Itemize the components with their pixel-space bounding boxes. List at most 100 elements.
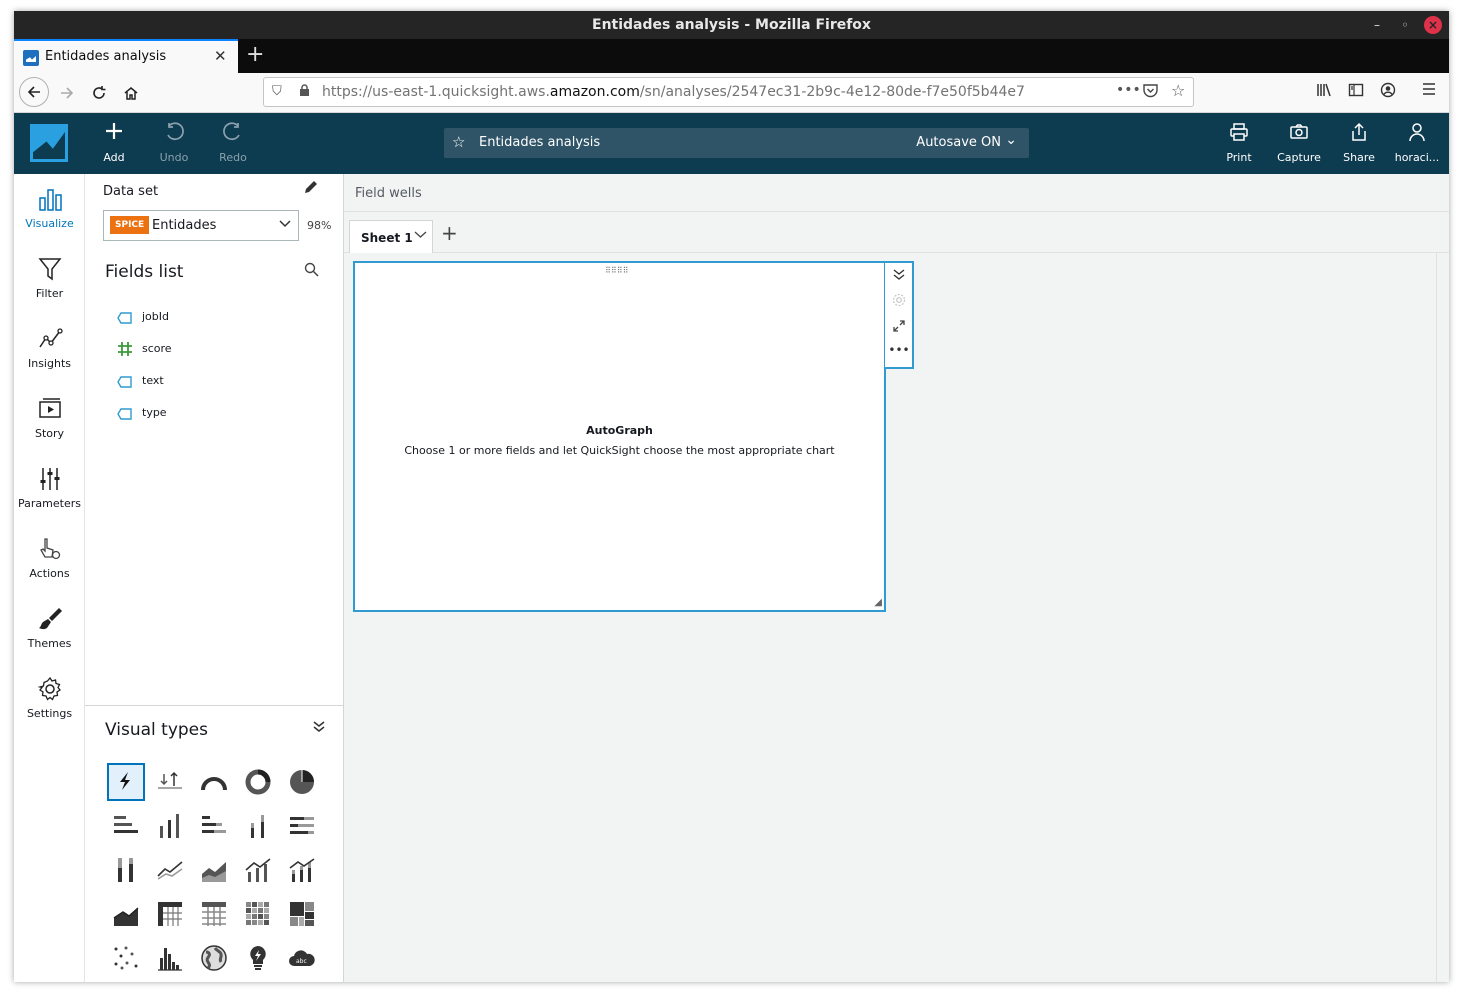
pie-chart-icon[interactable]: [283, 763, 321, 801]
add-sheet-button[interactable]: +: [441, 221, 458, 245]
library-icon[interactable]: [1316, 82, 1332, 102]
combo-bar-line-icon[interactable]: [239, 851, 277, 889]
bookmark-star-icon[interactable]: ☆: [1171, 81, 1185, 100]
shield-icon[interactable]: ⛉: [272, 84, 282, 99]
forward-button[interactable]: [53, 79, 81, 107]
nav-insights[interactable]: Insights: [14, 326, 85, 370]
sheet-tab[interactable]: Sheet 1: [349, 220, 433, 253]
url-text[interactable]: https://us-east-1.quicksight.aws.amazon.…: [322, 84, 1025, 100]
field-item-text[interactable]: text: [117, 370, 317, 394]
search-fields-icon[interactable]: [304, 262, 319, 281]
combo-stacked-bar-line-icon[interactable]: [283, 851, 321, 889]
nav-story[interactable]: Story: [14, 396, 85, 440]
nav-visualize[interactable]: Visualize: [14, 186, 85, 230]
expand-visual-icon[interactable]: [885, 319, 913, 336]
analysis-canvas: ⠿⠿⠿⠿ AutoGraph Choose 1 or more fields a…: [344, 253, 1449, 982]
vertical-100-stacked-bar-icon[interactable]: [107, 851, 145, 889]
capture-button[interactable]: Capture: [1269, 122, 1329, 164]
horizontal-100-stacked-bar-icon[interactable]: [283, 807, 321, 845]
nav-actions[interactable]: Actions: [14, 536, 85, 580]
undo-label: Undo: [159, 151, 189, 164]
chevron-down-icon[interactable]: ⌄: [1005, 132, 1017, 148]
resize-handle-icon[interactable]: ◢: [874, 597, 882, 608]
chevron-down-icon[interactable]: [414, 228, 427, 245]
redo-button[interactable]: Redo: [203, 122, 263, 164]
page-actions-icon[interactable]: •••: [1116, 82, 1141, 98]
close-window-icon[interactable]: ×: [1424, 16, 1442, 34]
browser-tab[interactable]: Entidades analysis ✕: [14, 39, 238, 73]
favorite-star-icon[interactable]: ☆: [452, 133, 465, 151]
insight-bulb-icon[interactable]: [239, 939, 277, 977]
back-button[interactable]: [19, 77, 49, 107]
field-wells-bar[interactable]: Field wells: [344, 174, 1449, 212]
print-button[interactable]: Print: [1209, 122, 1269, 164]
new-tab-button[interactable]: +: [246, 42, 264, 67]
horizontal-bar-chart-icon[interactable]: [107, 807, 145, 845]
reload-icon: [93, 86, 106, 99]
field-item-score[interactable]: score: [117, 338, 317, 362]
user-label: horaci...: [1394, 151, 1440, 164]
dataset-select[interactable]: SPICE Entidades: [103, 210, 299, 241]
autosave-toggle[interactable]: Autosave ON: [916, 135, 1001, 150]
visual-types-title: Visual types: [105, 720, 208, 740]
tree-map-icon[interactable]: [283, 895, 321, 933]
minimize-icon[interactable]: –: [1368, 16, 1386, 34]
autograph-icon[interactable]: [107, 763, 145, 801]
more-options-icon[interactable]: •••: [885, 343, 913, 357]
table-icon[interactable]: [195, 895, 233, 933]
url-bar[interactable]: ⛉ https://us-east-1.quicksight.aws.amazo…: [263, 77, 1194, 107]
drag-handle-icon[interactable]: ⠿⠿⠿⠿: [605, 266, 628, 275]
restore-icon[interactable]: ◦: [1396, 16, 1414, 34]
close-tab-icon[interactable]: ✕: [214, 47, 227, 65]
field-wells-label[interactable]: Field wells: [355, 186, 422, 201]
edit-dataset-pencil-icon[interactable]: [303, 180, 318, 199]
dataset-name: Entidades: [152, 218, 217, 233]
vertical-scrollbar[interactable]: [1436, 253, 1449, 982]
kpi-icon[interactable]: [151, 763, 189, 801]
donut-chart-icon[interactable]: [239, 763, 277, 801]
spice-badge: SPICE: [110, 216, 150, 234]
analysis-name[interactable]: Entidades analysis: [479, 135, 600, 150]
area-line-chart-icon[interactable]: [195, 851, 233, 889]
field-item-jobid[interactable]: jobId: [117, 306, 317, 330]
area-chart-icon[interactable]: [107, 895, 145, 933]
hamburger-menu-icon[interactable]: [1422, 82, 1436, 100]
home-button[interactable]: [117, 79, 145, 107]
pocket-icon[interactable]: [1143, 84, 1158, 102]
collapse-visual-icon[interactable]: [885, 267, 913, 284]
collapse-chevron-icon[interactable]: [312, 719, 326, 737]
nav-parameters[interactable]: Parameters: [14, 466, 85, 510]
vertical-stacked-bar-icon[interactable]: [239, 807, 277, 845]
analysis-title-bar[interactable]: ☆ Entidades analysis Autosave ON ⌄: [444, 128, 1029, 158]
tab-strip: Entidades analysis ✕ +: [14, 39, 1449, 73]
pivot-table-icon[interactable]: [151, 895, 189, 933]
user-menu-button[interactable]: horaci...: [1387, 122, 1447, 164]
share-button[interactable]: Share: [1329, 122, 1389, 164]
nav-actions-label: Actions: [29, 567, 70, 580]
nav-themes[interactable]: Themes: [14, 606, 85, 650]
vertical-bar-chart-icon[interactable]: [151, 807, 189, 845]
nav-filter[interactable]: Filter: [14, 256, 85, 300]
horizontal-stacked-bar-icon[interactable]: [195, 807, 233, 845]
scatter-plot-icon[interactable]: [107, 939, 145, 977]
undo-button[interactable]: Undo: [144, 122, 204, 164]
quicksight-logo-icon[interactable]: [30, 124, 68, 162]
autograph-visual[interactable]: ⠿⠿⠿⠿ AutoGraph Choose 1 or more fields a…: [353, 261, 886, 612]
account-icon[interactable]: [1380, 82, 1396, 102]
lock-icon[interactable]: [299, 84, 310, 101]
nav-settings[interactable]: Settings: [14, 676, 85, 720]
undo-icon: [144, 122, 204, 146]
histogram-icon[interactable]: [151, 939, 189, 977]
printer-icon: [1209, 122, 1269, 146]
arrow-left-icon: [27, 86, 40, 98]
field-item-type[interactable]: type: [117, 402, 317, 426]
visual-settings-gear-icon[interactable]: [885, 293, 913, 310]
add-button[interactable]: Add: [84, 122, 144, 164]
line-chart-icon[interactable]: [151, 851, 189, 889]
word-cloud-icon[interactable]: abc: [283, 939, 321, 977]
sidebar-icon[interactable]: [1348, 82, 1364, 102]
gauge-icon[interactable]: [195, 763, 233, 801]
geospatial-map-icon[interactable]: [195, 939, 233, 977]
heat-map-icon[interactable]: [239, 895, 277, 933]
reload-button[interactable]: [85, 79, 113, 107]
